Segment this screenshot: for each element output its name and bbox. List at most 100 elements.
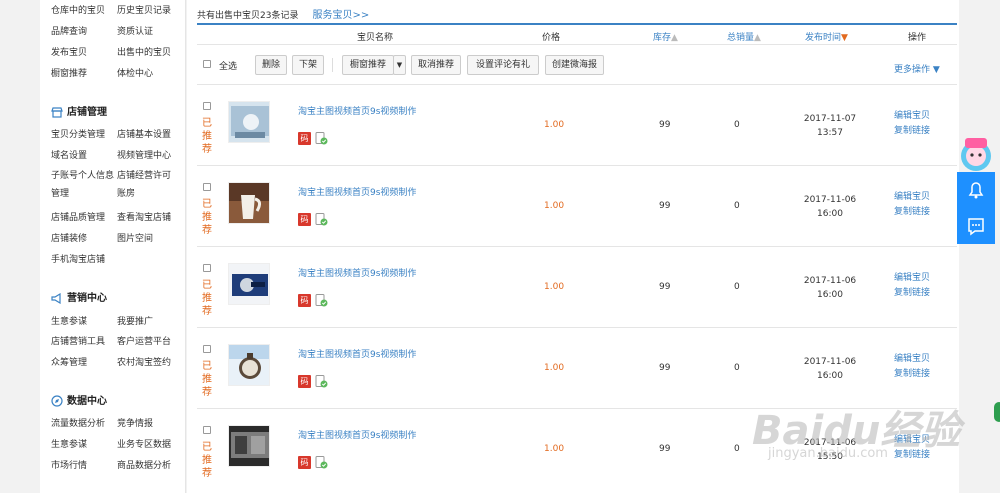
notification-button[interactable] — [957, 172, 995, 208]
product-title-link[interactable]: 淘宝主图视频首页9s视频制作 — [298, 104, 416, 117]
sidebar-item[interactable]: 品牌查询 — [51, 25, 117, 39]
sidebar-item[interactable]: 农村淘宝签约 — [117, 356, 183, 370]
sales-value: 0 — [734, 282, 740, 292]
sidebar-item[interactable]: 资质认证 — [117, 25, 183, 39]
copy-link[interactable]: 复制链接 — [894, 286, 930, 301]
sidebar-item[interactable]: 店铺基本设置 — [117, 128, 183, 142]
mobile-check-icon[interactable] — [315, 294, 328, 307]
row-checkbox[interactable] — [203, 102, 211, 110]
product-thumbnail[interactable] — [228, 425, 270, 467]
sidebar-item[interactable]: 我要推广 — [117, 315, 183, 329]
sidebar-item[interactable]: 账房 — [117, 187, 183, 201]
product-thumbnail[interactable] — [228, 263, 270, 305]
sidebar-item[interactable]: 图片空间 — [117, 232, 183, 246]
copy-link[interactable]: 复制链接 — [894, 367, 930, 382]
column-ops: 操作 — [908, 33, 927, 43]
sidebar-row: 橱窗推荐 体检中心 — [51, 67, 181, 81]
qr-code-badge[interactable]: 码 — [298, 375, 311, 388]
edge-widget-icon[interactable] — [994, 402, 1000, 422]
product-thumbnail[interactable] — [228, 344, 270, 386]
sidebar-item[interactable]: 仓库中的宝贝 — [51, 4, 117, 18]
sidebar-item[interactable]: 众筹管理 — [51, 356, 117, 370]
sidebar-item[interactable]: 域名设置 — [51, 149, 117, 163]
edit-link[interactable]: 编辑宝贝 — [894, 109, 930, 124]
record-summary: 共有出售中宝贝23条记录 服务宝贝>> — [197, 6, 369, 21]
sidebar-item[interactable]: 查看淘宝店铺 — [117, 211, 183, 225]
price-value: 1.00 — [544, 444, 565, 454]
row-checkbox[interactable] — [203, 183, 211, 191]
dropdown-arrow-icon[interactable]: ▼ — [393, 55, 406, 75]
mobile-check-icon[interactable] — [315, 375, 328, 388]
copy-link[interactable]: 复制链接 — [894, 124, 930, 139]
sidebar-item[interactable]: 子账号个人信息 — [51, 169, 117, 183]
product-title-link[interactable]: 淘宝主图视频首页9s视频制作 — [298, 428, 416, 441]
sidebar-item[interactable]: 店铺装修 — [51, 232, 117, 246]
edit-link[interactable]: 编辑宝贝 — [894, 190, 930, 205]
sidebar-item[interactable]: 出售中的宝贝 — [117, 46, 183, 60]
sidebar-item[interactable]: 宝贝分类管理 — [51, 128, 117, 142]
stock-value: 99 — [659, 444, 671, 454]
sidebar-item[interactable]: 市场行情 — [51, 459, 117, 473]
qr-code-badge[interactable]: 码 — [298, 213, 311, 226]
product-title-link[interactable]: 淘宝主图视频首页9s视频制作 — [298, 347, 416, 360]
sidebar-item[interactable]: 店铺经营许可 — [117, 169, 183, 183]
row-checkbox[interactable] — [203, 345, 211, 353]
review-gift-button[interactable]: 设置评论有礼 — [467, 55, 539, 75]
product-title-link[interactable]: 淘宝主图视频首页9s视频制作 — [298, 266, 416, 279]
stock-value: 99 — [659, 363, 671, 373]
select-all-label: 全选 — [219, 62, 238, 72]
sidebar-item[interactable]: 体检中心 — [117, 67, 183, 81]
sidebar-item[interactable]: 店铺营销工具 — [51, 335, 117, 349]
qr-code-badge[interactable]: 码 — [298, 456, 311, 469]
sidebar-item[interactable]: 视频管理中心 — [117, 149, 183, 163]
copy-link[interactable]: 复制链接 — [894, 205, 930, 220]
sidebar-item[interactable]: 橱窗推荐 — [51, 67, 117, 81]
column-stock[interactable]: 库存▲ — [653, 30, 678, 43]
publish-time: 2017-11-06 16:00 — [803, 357, 857, 381]
sidebar-item[interactable]: 生意参谋 — [51, 315, 117, 329]
window-recommend-button[interactable]: 橱窗推荐 — [342, 55, 394, 75]
qr-code-badge[interactable]: 码 — [298, 294, 311, 307]
sidebar-row: 手机淘宝店铺 — [51, 253, 181, 267]
sidebar-item[interactable]: 历史宝贝记录 — [117, 4, 183, 18]
table-row: 已推荐 淘宝主图视频首页9s视频制作 码 1.00 99 0 2017-11-0… — [197, 327, 957, 408]
row-checkbox[interactable] — [203, 426, 211, 434]
product-title-link[interactable]: 淘宝主图视频首页9s视频制作 — [298, 185, 416, 198]
mobile-check-icon[interactable] — [315, 456, 328, 469]
column-price: 价格 — [542, 33, 561, 43]
row-actions: 编辑宝贝 复制链接 — [894, 109, 930, 139]
sidebar-item[interactable]: 发布宝贝 — [51, 46, 117, 60]
sidebar-item[interactable]: 管理 — [51, 187, 117, 201]
edit-link[interactable]: 编辑宝贝 — [894, 352, 930, 367]
cancel-recommend-button[interactable]: 取消推荐 — [411, 55, 461, 75]
row-checkbox[interactable] — [203, 264, 211, 272]
sidebar-item[interactable]: 商品数据分析 — [117, 459, 183, 473]
sidebar: 仓库中的宝贝 历史宝贝记录 品牌查询 资质认证 发布宝贝 出售中的宝贝 橱窗推荐 体检中… — [40, 0, 186, 493]
column-sales[interactable]: 总销量▲ — [727, 30, 761, 43]
select-all-checkbox[interactable] — [203, 60, 211, 68]
edit-link[interactable]: 编辑宝贝 — [894, 271, 930, 286]
sidebar-item[interactable]: 业务专区数据 — [117, 438, 183, 452]
sidebar-item[interactable]: 店铺品质管理 — [51, 211, 117, 225]
sidebar-item[interactable]: 流量数据分析 — [51, 417, 117, 431]
qr-code-badge[interactable]: 码 — [298, 132, 311, 145]
more-ops-link[interactable]: 更多操作 ▼ — [894, 62, 940, 75]
create-weitao-button[interactable]: 创建微海报 — [545, 55, 604, 75]
product-thumbnail[interactable] — [228, 182, 270, 224]
sidebar-item[interactable]: 手机淘宝店铺 — [51, 253, 117, 267]
service-link[interactable]: 服务宝贝>> — [312, 10, 369, 21]
megaphone-icon — [51, 292, 61, 305]
column-date[interactable]: 发布时间▼ — [805, 30, 848, 43]
sidebar-item[interactable]: 客户运营平台 — [117, 335, 183, 349]
sort-arrow-icon: ▲ — [671, 33, 678, 43]
mobile-check-icon[interactable] — [315, 132, 328, 145]
delist-button[interactable]: 下架 — [292, 55, 324, 75]
sidebar-item[interactable]: 竞争情报 — [117, 417, 183, 431]
product-thumbnail[interactable] — [228, 101, 270, 143]
sidebar-row: 管理 账房 — [51, 187, 181, 201]
sidebar-item[interactable]: 生意参谋 — [51, 438, 117, 452]
chat-button[interactable] — [957, 208, 995, 244]
mascot-icon[interactable] — [957, 134, 995, 172]
delete-button[interactable]: 删除 — [255, 55, 287, 75]
mobile-check-icon[interactable] — [315, 213, 328, 226]
